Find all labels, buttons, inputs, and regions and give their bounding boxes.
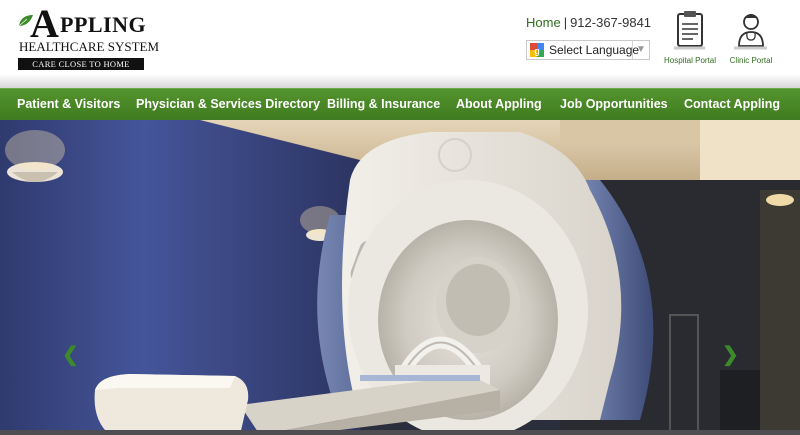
- logo-word-healthcare: HEALTHCARE SYSTEM: [19, 39, 160, 54]
- nav-item-contact-appling[interactable]: Contact Appling: [684, 89, 780, 121]
- dropdown-arrow-icon[interactable]: ▼: [632, 41, 649, 59]
- header-shadow: [0, 74, 800, 88]
- hero-slider: ❮ ❯: [0, 120, 800, 435]
- hospital-portal-link[interactable]: Hospital Portal: [655, 6, 725, 65]
- hospital-portal-label: Hospital Portal: [663, 56, 717, 65]
- logo-initial: A: [30, 1, 59, 46]
- home-link[interactable]: Home: [526, 15, 561, 30]
- appling-logo[interactable]: A PPLING HEALTHCARE SYSTEM CARE CLOSE TO…: [16, 4, 159, 72]
- logo-word-appling: PPLING: [60, 12, 147, 37]
- clinic-portal-link[interactable]: Clinic Portal: [716, 6, 786, 65]
- main-nav: Patient & Visitors Physician & Services …: [0, 88, 800, 121]
- contact-line: Home | 912-367-9841: [526, 15, 651, 30]
- doctor-icon: [734, 14, 767, 50]
- language-select[interactable]: g Select Language ▼: [526, 40, 650, 60]
- clinic-portal-label: Clinic Portal: [729, 56, 773, 65]
- mri-scanner-image: [0, 120, 800, 435]
- slider-next-icon[interactable]: ❯: [722, 342, 739, 367]
- separator: |: [563, 15, 568, 30]
- site-header: A PPLING HEALTHCARE SYSTEM CARE CLOSE TO…: [0, 0, 800, 84]
- svg-text:g: g: [534, 46, 540, 56]
- nav-item-physician-directory[interactable]: Physician & Services Directory: [136, 89, 320, 121]
- nav-item-patient-visitors[interactable]: Patient & Visitors: [17, 89, 120, 121]
- nav-item-about-appling[interactable]: About Appling: [456, 89, 542, 121]
- nav-item-job-opportunities[interactable]: Job Opportunities: [560, 89, 668, 121]
- phone-number: 912-367-9841: [570, 15, 652, 30]
- nav-item-billing-insurance[interactable]: Billing & Insurance: [327, 89, 440, 121]
- google-translate-icon: g: [530, 43, 544, 57]
- clipboard-icon: [674, 11, 705, 50]
- logo-tagline: CARE CLOSE TO HOME: [18, 58, 144, 70]
- slider-prev-icon[interactable]: ❮: [62, 342, 79, 367]
- language-select-label: Select Language: [549, 43, 640, 57]
